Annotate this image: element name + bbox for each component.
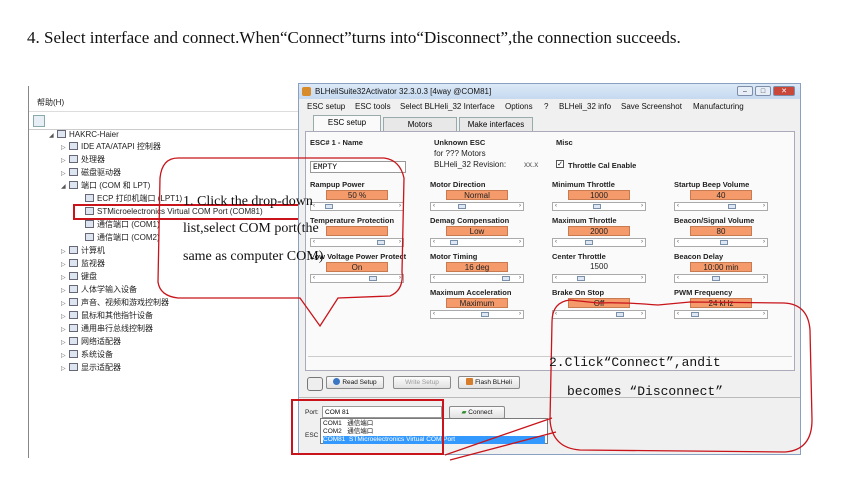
callout2-line1: 2.Click“Connect”,andit: [549, 355, 721, 370]
callout1-line2: list,select COM port(the: [183, 221, 319, 236]
annotation-shapes: [157, 157, 813, 461]
callout-bubble-1: [157, 157, 405, 328]
callout-pointer-line-2: [449, 431, 557, 461]
callout2-line2: becomes “Disconnect”: [567, 384, 724, 399]
callout-pointer-line: [444, 417, 553, 456]
callout-bubble-2: [549, 299, 813, 453]
callout1-line1: 1. Click the drop-down: [183, 194, 313, 209]
callout1-line3: same as computer COM): [183, 249, 324, 264]
